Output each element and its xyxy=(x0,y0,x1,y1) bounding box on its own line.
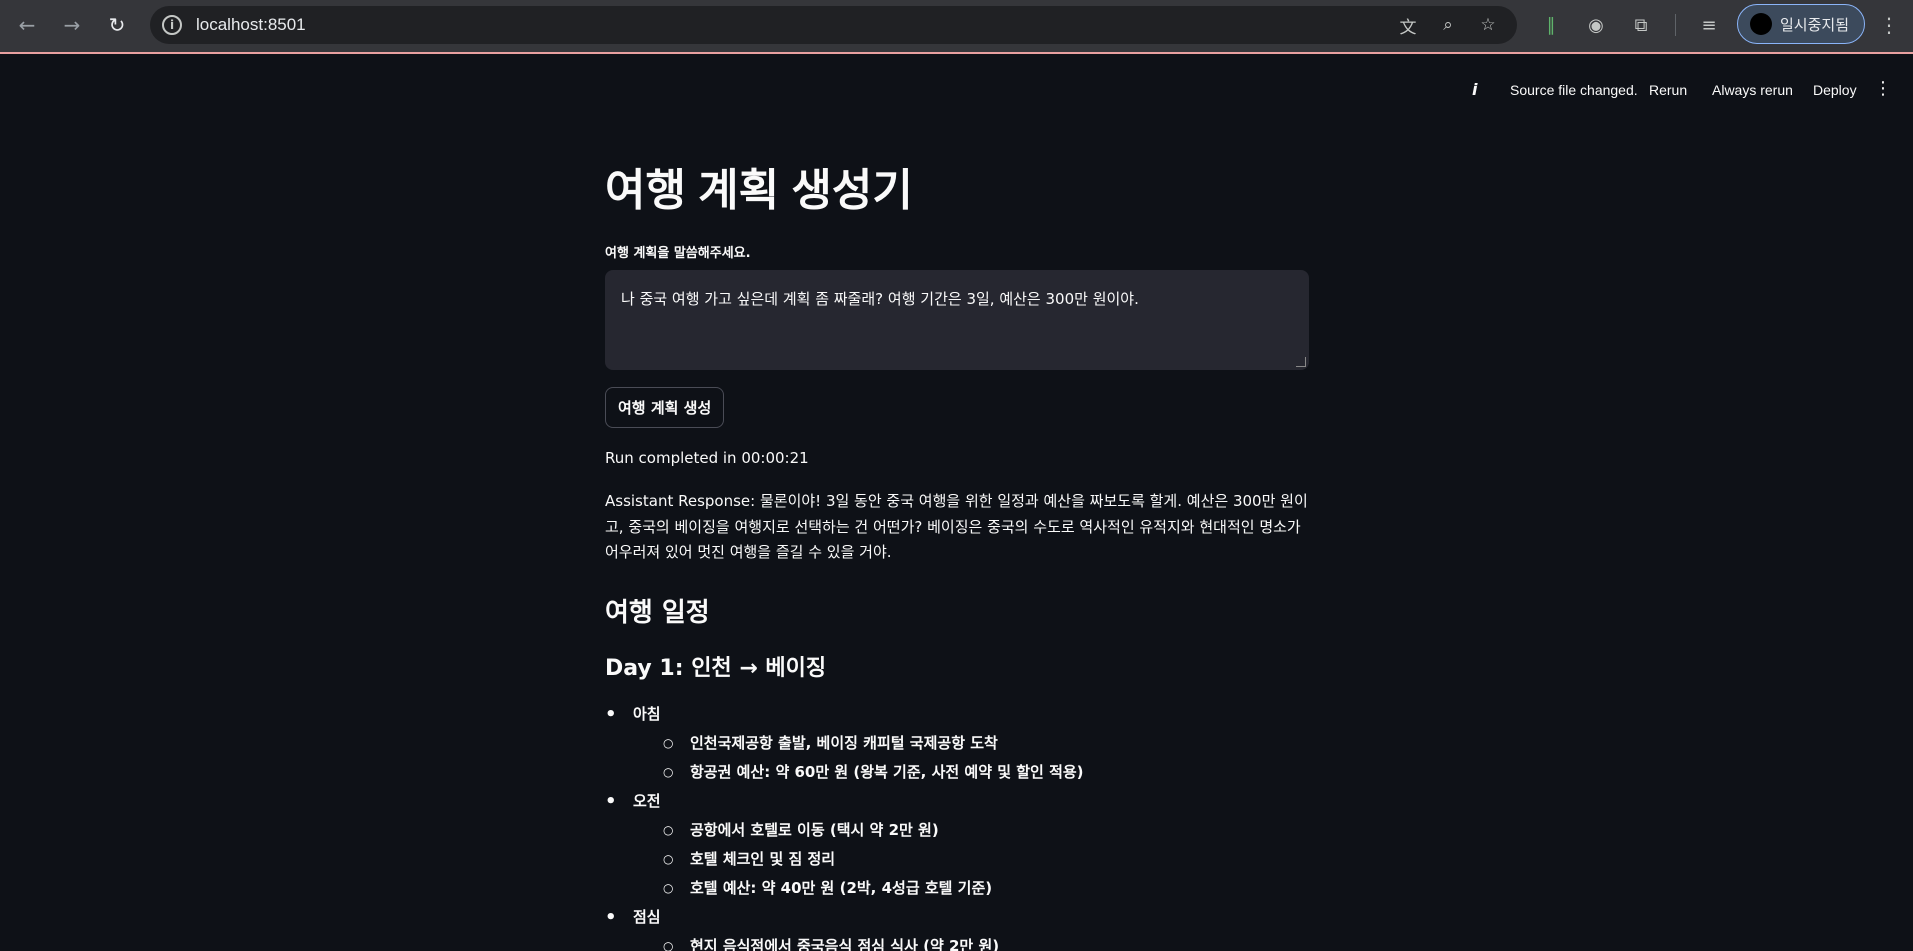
time-label: 오전 xyxy=(633,791,661,810)
forward-icon[interactable]: → xyxy=(57,10,87,40)
media-control-icon[interactable]: ≡ xyxy=(1696,12,1722,38)
day1-schedule: 아침 인천국제공항 출발, 베이징 캐피털 국제공항 도착 항공권 예산: 약 … xyxy=(605,700,1309,951)
info-icon: i xyxy=(1472,80,1478,99)
itinerary-heading: 여행 일정 xyxy=(605,597,710,628)
input-label: 여행 계획을 말씀해주세요. xyxy=(605,246,751,261)
list-item: 현지 음식점에서 중국음식 점심 식사 (약 2만 원) xyxy=(633,932,1309,951)
list-item: 인천국제공항 출발, 베이징 캐피털 국제공항 도착 xyxy=(633,729,1309,758)
browser-toolbar: ← → ↻ i localhost:8501 文 ⌕ ☆ ∥ ◉ ⧉ ≡ 일시중… xyxy=(0,0,1913,54)
reload-icon[interactable]: ↻ xyxy=(102,10,132,40)
list-item: 항공권 예산: 약 60만 원 (왕복 기준, 사전 예약 및 할인 적용) xyxy=(633,758,1309,787)
always-rerun-button[interactable]: Always rerun xyxy=(1712,82,1793,98)
site-info-icon[interactable]: i xyxy=(162,15,182,35)
toolbar-divider xyxy=(1675,14,1676,36)
resize-handle[interactable] xyxy=(1296,357,1306,367)
list-item: 아침 인천국제공항 출발, 베이징 캐피털 국제공항 도착 항공권 예산: 약 … xyxy=(605,700,1309,787)
source-changed-status: Source file changed. xyxy=(1510,82,1638,98)
deploy-button[interactable]: Deploy xyxy=(1813,82,1857,98)
textarea-value[interactable]: 나 중국 여행 가고 싶은데 계획 좀 짜줄래? 여행 기간은 3일, 예산은 … xyxy=(621,290,1139,308)
url-text[interactable]: localhost:8501 xyxy=(196,15,306,35)
extension-disc-icon[interactable]: ◉ xyxy=(1583,12,1609,38)
travel-request-textarea[interactable]: 나 중국 여행 가고 싶은데 계획 좀 짜줄래? 여행 기간은 3일, 예산은 … xyxy=(605,270,1309,370)
browser-menu-icon[interactable]: ⋮ xyxy=(1877,12,1901,38)
list-item: 호텔 체크인 및 짐 정리 xyxy=(633,845,1309,874)
app-header: i Source file changed. Rerun Always reru… xyxy=(0,56,1913,126)
generate-plan-button[interactable]: 여행 계획 생성 xyxy=(605,387,725,428)
time-label: 점심 xyxy=(633,907,661,926)
extensions-puzzle-icon[interactable]: ⧉ xyxy=(1628,12,1654,38)
rerun-button[interactable]: Rerun xyxy=(1649,82,1687,98)
main-content: 여행 계획 생성기 여행 계획을 말씀해주세요. 나 중국 여행 가고 싶은데 … xyxy=(605,160,1309,951)
page-title: 여행 계획 생성기 xyxy=(605,166,913,215)
day1-heading: Day 1: 인천 → 베이징 xyxy=(605,655,827,681)
back-icon[interactable]: ← xyxy=(12,10,42,40)
time-label: 아침 xyxy=(633,704,661,723)
profile-button[interactable]: 일시중지됨 xyxy=(1737,4,1865,44)
main-menu-icon[interactable]: ⋮ xyxy=(1874,78,1892,102)
profile-label: 일시중지됨 xyxy=(1780,15,1850,34)
list-item: 점심 현지 음식점에서 중국음식 점심 식사 (약 2만 원) xyxy=(605,903,1309,951)
extension-feather-icon[interactable]: ∥ xyxy=(1538,12,1564,38)
assistant-response: Assistant Response: 물론이야! 3일 동안 중국 여행을 위… xyxy=(605,492,1308,561)
translate-icon[interactable]: 文 xyxy=(1396,14,1420,38)
zoom-icon[interactable]: ⌕ xyxy=(1436,14,1460,36)
list-item: 공항에서 호텔로 이동 (택시 약 2만 원) xyxy=(633,816,1309,845)
list-item: 호텔 예산: 약 40만 원 (2박, 4성급 호텔 기준) xyxy=(633,874,1309,903)
bookmark-star-icon[interactable]: ☆ xyxy=(1476,14,1500,36)
avatar xyxy=(1750,13,1772,35)
run-status: Run completed in 00:00:21 xyxy=(605,449,809,467)
list-item: 오전 공항에서 호텔로 이동 (택시 약 2만 원) 호텔 체크인 및 짐 정리… xyxy=(605,787,1309,903)
address-bar[interactable]: i localhost:8501 文 ⌕ ☆ xyxy=(150,6,1517,44)
